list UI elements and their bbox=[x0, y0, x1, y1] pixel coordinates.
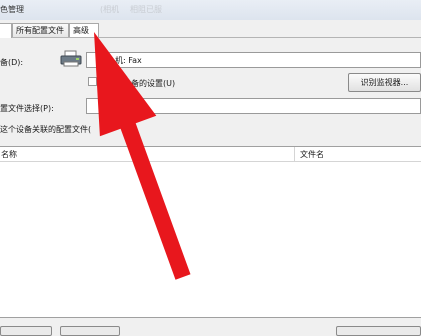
printer-icon bbox=[60, 50, 82, 68]
window-title: 色管理 bbox=[0, 5, 24, 14]
device-combo[interactable]: 机: Fax bbox=[86, 52, 421, 68]
device-combo-value: 机: Fax bbox=[115, 56, 142, 65]
tab-devices[interactable] bbox=[0, 23, 12, 38]
column-header-name[interactable]: 名称 bbox=[1, 149, 17, 160]
column-header-filename[interactable]: 文件名 bbox=[300, 149, 324, 160]
profile-selection-label: 置文件选择(P): bbox=[0, 104, 54, 113]
tab-advanced[interactable]: 高级 bbox=[69, 23, 99, 37]
profile-selection-combo[interactable] bbox=[86, 98, 421, 114]
add-button[interactable] bbox=[0, 326, 52, 336]
list-header: 名称 文件名 bbox=[0, 147, 421, 162]
window-title-faded-2: 相阻已服 bbox=[130, 5, 162, 14]
window-title-faded: (相机 bbox=[100, 5, 120, 14]
window-titlebar: 色管理 (相机 相阻已服 bbox=[0, 0, 421, 20]
use-settings-label: 对此设备的设置(U) bbox=[107, 79, 176, 88]
profiles-list[interactable]: 名称 文件名 bbox=[0, 146, 421, 318]
use-settings-checkbox[interactable] bbox=[88, 77, 97, 86]
column-divider[interactable] bbox=[294, 147, 295, 161]
set-default-button[interactable] bbox=[336, 326, 421, 336]
identify-monitors-button[interactable]: 识别监视器... bbox=[348, 73, 421, 92]
associated-profiles-label: 这个设备关联的配置文件( bbox=[0, 125, 92, 134]
tab-strip: 所有配置文件 高级 bbox=[0, 20, 421, 38]
device-label: 备(D): bbox=[0, 58, 24, 67]
remove-button[interactable] bbox=[60, 326, 120, 336]
tab-all-profiles[interactable]: 所有配置文件 bbox=[12, 23, 69, 37]
